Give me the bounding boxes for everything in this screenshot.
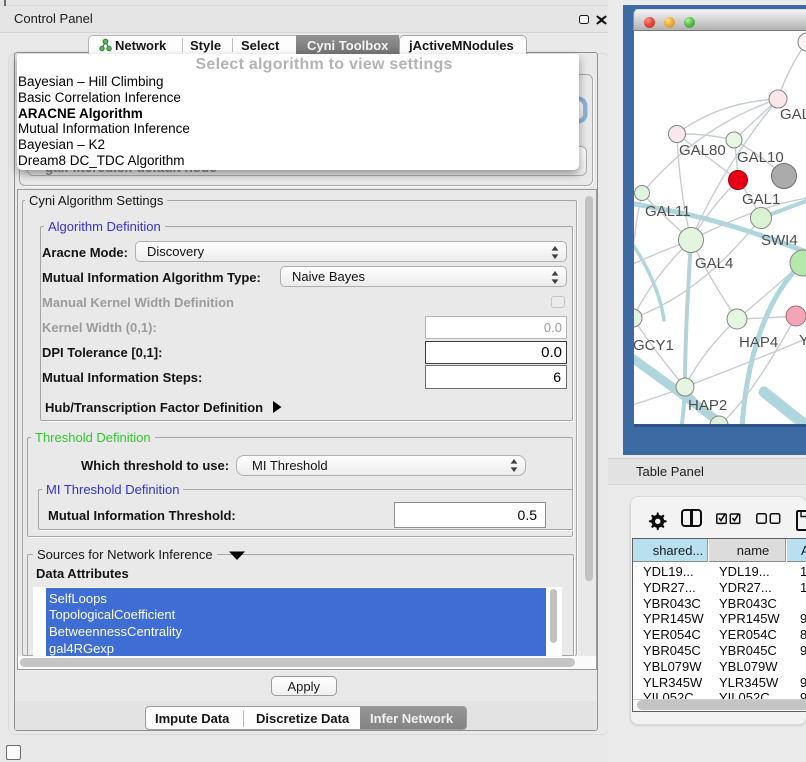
- svg-text:HAP4: HAP4: [739, 334, 778, 351]
- svg-text:SWI4: SWI4: [761, 232, 798, 249]
- svg-text:GAL80: GAL80: [679, 142, 726, 159]
- svg-text:GAL2: GAL2: [780, 106, 806, 123]
- svg-text:GAL1: GAL1: [742, 191, 780, 208]
- svg-text:HAP2: HAP2: [688, 397, 727, 414]
- svg-text:YDR: YDR: [799, 332, 806, 349]
- svg-text:GAL4: GAL4: [695, 255, 733, 272]
- svg-text:GAL10: GAL10: [737, 149, 784, 166]
- svg-text:GCY1: GCY1: [634, 337, 674, 354]
- svg-text:GAL11: GAL11: [645, 203, 691, 220]
